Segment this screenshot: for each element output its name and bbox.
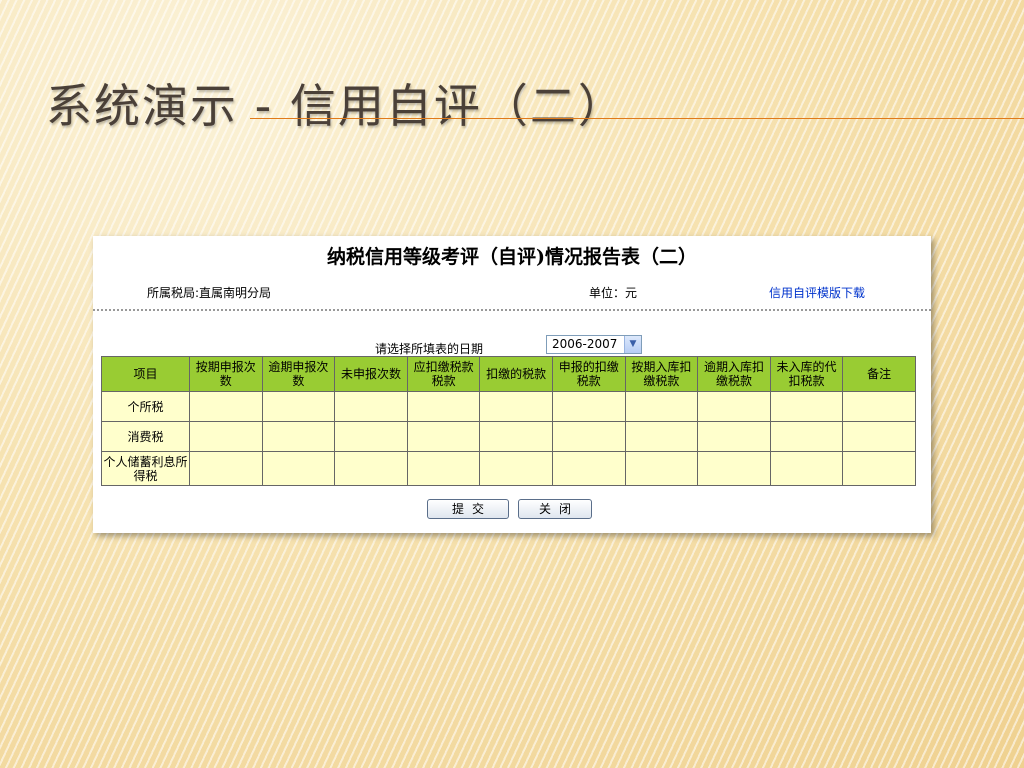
input-cell[interactable] [769,451,844,486]
column-header: 扣缴的税款 [479,356,553,392]
input-cell[interactable] [697,451,771,486]
input-cell[interactable] [479,391,553,422]
input-cell[interactable] [769,391,844,422]
tax-bureau-label: 所属税局:直属南明分局 [147,286,272,300]
input-cell[interactable] [624,451,699,486]
input-cell[interactable] [624,421,699,452]
row-label: 消费税 [101,421,190,452]
title-underline [250,118,1024,119]
input-cell[interactable] [334,391,408,422]
input-cell[interactable] [334,421,408,452]
column-header: 未申报次数 [334,356,408,392]
row-label: 个所税 [101,391,190,422]
report-panel: 纳税信用等级考评（自评)情况报告表（二） 所属税局:直属南明分局 单位：元 信用… [93,236,931,533]
column-header: 申报的扣缴税款 [551,356,626,392]
input-cell[interactable] [479,421,553,452]
column-header: 逾期申报次数 [261,356,336,392]
input-cell[interactable] [551,391,626,422]
template-download-link[interactable]: 信用自评模版下载 [769,284,865,301]
date-select-value: 2006-2007 [552,337,618,351]
input-cell[interactable] [624,391,699,422]
column-header: 按期申报次数 [189,356,263,392]
slide-title: 系统演示 - 信用自评（二） [46,79,626,133]
input-cell[interactable] [551,451,626,486]
column-header: 应扣缴税款税款 [406,356,481,392]
table-row: 个人储蓄利息所得税 [101,451,916,486]
report-table: 项目 按期申报次数 逾期申报次数 未申报次数 应扣缴税款税款 扣缴的税款 申报的… [101,356,916,486]
column-header: 按期入库扣缴税款 [624,356,699,392]
column-header: 未入库的代扣税款 [769,356,844,392]
input-cell[interactable] [697,421,771,452]
input-cell[interactable] [406,451,481,486]
close-button[interactable]: 关闭 [518,499,592,519]
table-row: 个所税 [101,391,916,422]
table-header-row: 项目 按期申报次数 逾期申报次数 未申报次数 应扣缴税款税款 扣缴的税款 申报的… [101,356,916,392]
date-select[interactable]: 2006-2007 ▼ [546,335,642,354]
submit-button[interactable]: 提交 [427,499,509,519]
column-header: 逾期入库扣缴税款 [697,356,771,392]
report-title: 纳税信用等级考评（自评)情况报告表（二） [327,246,697,268]
input-cell[interactable] [479,451,553,486]
column-header: 项目 [101,356,190,392]
input-cell[interactable] [189,451,263,486]
row-label: 个人储蓄利息所得税 [101,451,190,486]
input-cell[interactable] [189,391,263,422]
input-cell[interactable] [334,451,408,486]
input-cell[interactable] [406,391,481,422]
unit-label: 单位：元 [589,286,638,300]
chevron-down-icon[interactable]: ▼ [624,336,641,353]
input-cell[interactable] [189,421,263,452]
input-cell[interactable] [842,391,916,422]
dotted-divider [93,309,931,311]
input-cell[interactable] [261,391,336,422]
input-cell[interactable] [842,421,916,452]
input-cell[interactable] [551,421,626,452]
input-cell[interactable] [261,451,336,486]
column-header: 备注 [842,356,916,392]
input-cell[interactable] [769,421,844,452]
input-cell[interactable] [842,451,916,486]
date-prompt-label: 请选择所填表的日期 [375,342,484,356]
table-row: 消费税 [101,421,916,452]
input-cell[interactable] [406,421,481,452]
input-cell[interactable] [261,421,336,452]
input-cell[interactable] [697,391,771,422]
